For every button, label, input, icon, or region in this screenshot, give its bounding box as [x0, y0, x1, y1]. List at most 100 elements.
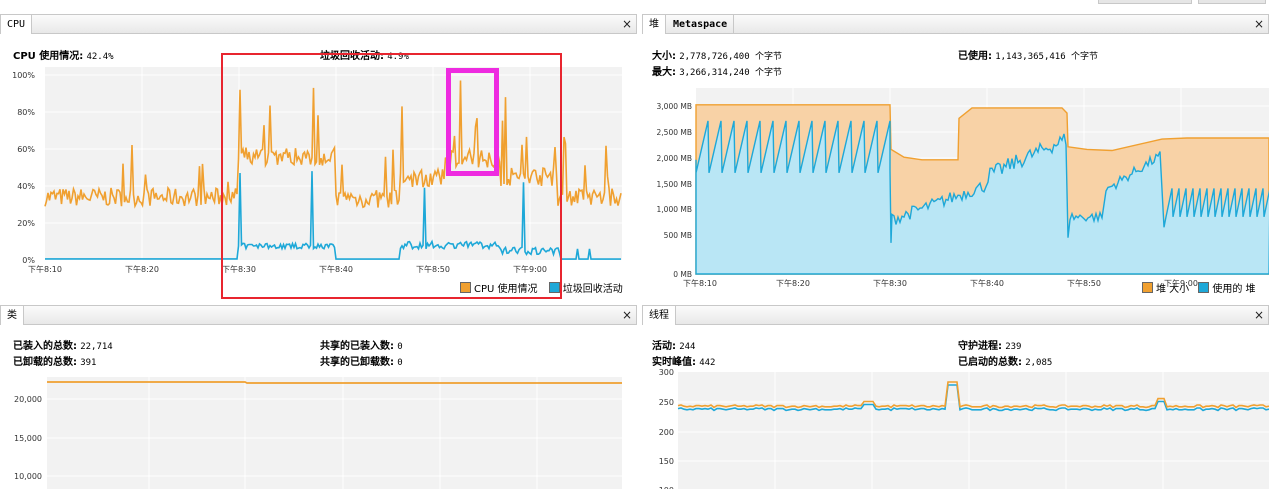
cpu-usage-label: CPU 使用情况:	[13, 51, 84, 62]
cpu-legend: CPU 使用情况 垃圾回收活动	[460, 280, 623, 295]
legend-label-gc: 垃圾回收活动	[562, 284, 623, 295]
heap-legend: 堆 大小 使用的 堆	[1142, 280, 1256, 295]
x-tick: 下午8:30	[222, 264, 256, 274]
classes-titlebar: 类 ×	[0, 305, 637, 325]
heap-size-label: 大小:	[652, 51, 676, 62]
x-tick: 下午8:20	[776, 278, 810, 288]
y-tick: 80%	[17, 108, 35, 117]
close-icon[interactable]: ×	[1254, 17, 1264, 31]
x-tick: 下午8:40	[319, 264, 353, 274]
y-tick: 300	[659, 368, 674, 377]
cpu-panel: CPU × CPU 使用情况: 42.4% 垃圾回收活动: 4.9% 100% …	[0, 14, 637, 304]
classes-panel: 类 × 已装入的总数: 22,714 已卸载的总数: 391 共享的已装入数: …	[0, 305, 637, 489]
classes-chart: 20,000 15,000 10,000	[14, 377, 622, 489]
tab-threads[interactable]: 线程	[643, 306, 676, 325]
cpu-y-ticks: 100% 80% 60% 40% 20% 0%	[12, 71, 35, 265]
y-tick: 250	[659, 398, 674, 407]
threads-chart: 300 250 200 150 100	[659, 368, 1269, 489]
cpu-usage-stat: CPU 使用情况: 42.4%	[13, 47, 114, 62]
close-icon[interactable]: ×	[622, 17, 632, 31]
heap-size-stat: 大小: 2,778,726,400 个字节	[652, 47, 782, 62]
heap-y-ticks: 3,000 MB 2,500 MB 2,000 MB 1,500 MB 1,00…	[657, 102, 692, 279]
x-tick: 下午8:20	[125, 264, 159, 274]
gc-activity-label: 垃圾回收活动:	[320, 51, 384, 62]
threads-live-label: 活动:	[652, 341, 676, 352]
tab-classes[interactable]: 类	[1, 306, 24, 325]
heap-used-label: 已使用:	[958, 51, 992, 62]
legend-swatch-heap-used	[1198, 282, 1210, 293]
classes-unloaded-label: 已卸载的总数:	[13, 357, 77, 368]
x-tick: 下午8:30	[873, 278, 907, 288]
shared-unloaded-label: 共享的已卸载数:	[320, 357, 394, 368]
legend-swatch-heap-size	[1142, 282, 1153, 293]
heap-titlebar: 堆 Metaspace ×	[642, 14, 1269, 34]
heap-max-value: 3,266,314,240 个字节	[679, 68, 783, 78]
threads-plot-area	[678, 372, 1269, 489]
cpu-chart: 100% 80% 60% 40% 20% 0% 下午8:10 下午8:20 下午…	[12, 67, 622, 274]
threads-peak-stat: 实时峰值: 442	[652, 353, 715, 368]
y-tick: 2,000 MB	[657, 154, 692, 163]
x-tick: 下午8:50	[1067, 278, 1101, 288]
y-tick: 10,000	[14, 472, 42, 481]
heap-chart: 3,000 MB 2,500 MB 2,000 MB 1,500 MB 1,00…	[657, 88, 1269, 288]
threads-daemon-value: 239	[1005, 342, 1022, 352]
x-tick: 下午8:10	[683, 278, 717, 288]
y-tick: 200	[659, 428, 674, 437]
shared-loaded-label: 共享的已装入数:	[320, 341, 394, 352]
y-tick: 1,000 MB	[657, 205, 692, 214]
legend-label-cpu: CPU 使用情况	[474, 284, 538, 295]
threads-daemon-stat: 守护进程: 239	[958, 337, 1021, 352]
x-tick: 下午9:00	[513, 264, 547, 274]
toolbar-button-edge[interactable]	[1198, 0, 1266, 4]
legend-label-heap-used: 使用的 堆	[1212, 284, 1256, 295]
classes-loaded-series	[47, 381, 622, 384]
shared-unloaded-value: 0	[397, 358, 403, 368]
shared-loaded-stat: 共享的已装入数: 0	[320, 337, 403, 352]
classes-loaded-stat: 已装入的总数: 22,714	[13, 337, 113, 352]
shared-unloaded-stat: 共享的已卸载数: 0	[320, 353, 403, 368]
classes-y-ticks: 20,000 15,000 10,000	[14, 395, 42, 481]
heap-panel: 堆 Metaspace × 大小: 2,778,726,400 个字节 已使用:…	[642, 14, 1269, 304]
heap-max-label: 最大:	[652, 67, 676, 78]
y-tick: 150	[659, 457, 674, 466]
classes-unloaded-stat: 已卸载的总数: 391	[13, 353, 96, 368]
tab-cpu[interactable]: CPU	[1, 15, 33, 34]
x-tick: 下午8:10	[28, 264, 62, 274]
cpu-titlebar: CPU ×	[0, 14, 637, 34]
legend-swatch-cpu	[460, 282, 471, 293]
threads-live-stat: 活动: 244	[652, 337, 695, 352]
threads-daemon-label: 守护进程:	[958, 341, 1002, 352]
legend-swatch-gc	[548, 282, 560, 293]
y-tick: 20,000	[14, 395, 42, 404]
classes-loaded-label: 已装入的总数:	[13, 341, 77, 352]
close-icon[interactable]: ×	[1254, 308, 1264, 322]
gc-activity-value: 4.9%	[387, 52, 409, 62]
classes-loaded-value: 22,714	[80, 342, 113, 352]
cpu-x-ticks: 下午8:10 下午8:20 下午8:30 下午8:40 下午8:50 下午9:0…	[28, 264, 547, 274]
x-tick: 下午8:40	[970, 278, 1004, 288]
tab-metaspace[interactable]: Metaspace	[667, 15, 735, 34]
heap-used-stat: 已使用: 1,143,365,416 个字节	[958, 47, 1098, 62]
threads-live-value: 244	[679, 342, 696, 352]
threads-titlebar: 线程 ×	[642, 305, 1269, 325]
heap-used-value: 1,143,365,416 个字节	[995, 52, 1099, 62]
tab-heap[interactable]: 堆	[643, 15, 666, 34]
shared-loaded-value: 0	[397, 342, 403, 352]
threads-y-ticks: 300 250 200 150 100	[659, 368, 674, 489]
heap-max-stat: 最大: 3,266,314,240 个字节	[652, 63, 782, 78]
y-tick: 100%	[12, 71, 35, 80]
y-tick: 500 MB	[664, 231, 692, 240]
y-tick: 0%	[22, 256, 35, 265]
close-icon[interactable]: ×	[622, 308, 632, 322]
toolbar-button-edge[interactable]	[1098, 0, 1192, 4]
y-tick: 15,000	[14, 434, 42, 443]
y-tick: 3,000 MB	[657, 102, 692, 111]
gc-activity-stat: 垃圾回收活动: 4.9%	[320, 47, 409, 62]
threads-started-stat: 已启动的总数: 2,085	[958, 353, 1052, 368]
cpu-usage-value: 42.4%	[86, 52, 114, 62]
y-tick: 60%	[17, 145, 35, 154]
classes-plot-area	[47, 377, 622, 489]
heap-x-ticks: 下午8:10 下午8:20 下午8:30 下午8:40 下午8:50 下午9:0…	[683, 278, 1198, 288]
threads-panel: 线程 × 活动: 244 实时峰值: 442 守护进程: 239 已启动的总数:…	[642, 305, 1269, 489]
y-tick: 2,500 MB	[657, 128, 692, 137]
